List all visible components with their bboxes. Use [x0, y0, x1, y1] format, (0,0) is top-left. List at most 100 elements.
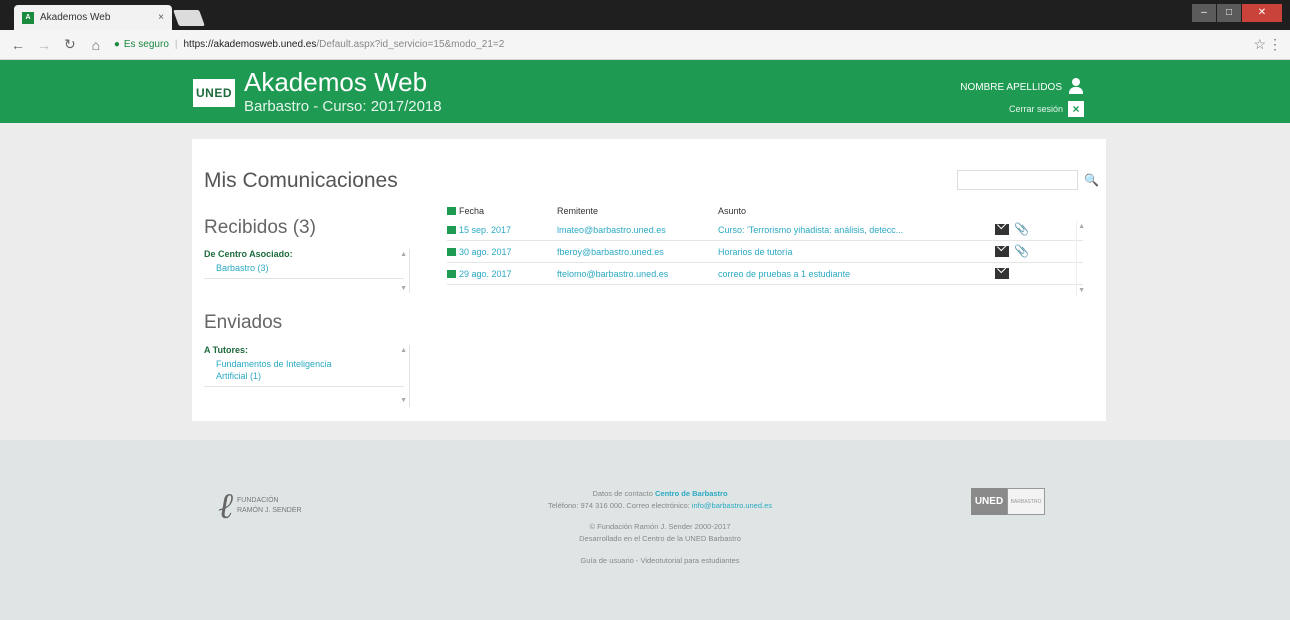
calendar-icon	[447, 207, 456, 215]
browser-titlebar: A Akademos Web × – □ ✕	[0, 0, 1290, 30]
received-group: De Centro Asociado:	[204, 249, 293, 259]
column-date-label: Fecha	[459, 206, 485, 216]
new-tab-button[interactable]	[173, 10, 205, 26]
minimize-icon[interactable]: –	[1192, 4, 1216, 22]
footer-copyright: © Fundación Ramón J. Sender 2000-2017	[589, 522, 731, 531]
logout-x-icon: ×	[1068, 101, 1084, 117]
sent-link-line2[interactable]: Artificial (1)	[204, 370, 409, 382]
fundacion-line2: RAMÓN J. SENDER	[237, 507, 302, 514]
phone-text: Teléfono: 974 316 000. Correo electrónic…	[547, 501, 690, 510]
column-sender[interactable]: Remitente	[557, 206, 598, 216]
window-controls: – □ ✕	[1192, 4, 1282, 22]
back-icon[interactable]: ←	[10, 37, 26, 53]
envelope-icon[interactable]	[995, 246, 1009, 257]
sent-link-line1[interactable]: Fundamentos de Inteligencia	[204, 358, 409, 370]
calendar-icon	[447, 270, 456, 278]
uned-logo[interactable]: UNED	[193, 79, 235, 107]
page-title: Mis Comunicaciones	[204, 169, 398, 192]
lock-icon: ●	[113, 39, 120, 50]
url-path: /Default.aspx?id_servicio=15&modo_21=2	[316, 39, 505, 50]
logout-button[interactable]: Cerrar sesión ×	[1009, 101, 1084, 117]
row-date-label: 15 sep. 2017	[459, 225, 512, 235]
calendar-icon	[447, 226, 456, 234]
row-subject[interactable]: correo de pruebas a 1 estudiante	[718, 269, 943, 279]
search-input[interactable]	[957, 170, 1078, 190]
column-date[interactable]: Fecha	[447, 206, 484, 216]
address-bar[interactable]: ● Es seguro | https://akademosweb.uned.e…	[114, 34, 1290, 56]
footer-developed: Desarrollado en el Centro de la UNED Bar…	[579, 534, 741, 543]
row-sender[interactable]: lmateo@barbastro.uned.es	[557, 225, 712, 235]
row-sender[interactable]: fberoy@barbastro.uned.es	[557, 247, 712, 257]
scroll-up-icon[interactable]: ▲	[400, 347, 407, 354]
user-menu[interactable]: NOMBRE APELLIDOS	[960, 78, 1084, 96]
fundacion-logo-mark-icon: ℓ	[218, 486, 233, 526]
favicon-icon: A	[22, 11, 34, 24]
table-row[interactable]: 30 ago. 2017 fberoy@barbastro.uned.es Ho…	[447, 242, 1083, 263]
user-icon	[1068, 78, 1084, 96]
communications-card: Mis Comunicaciones 🔍 Recibidos (3) De Ce…	[192, 139, 1106, 421]
attachment-icon[interactable]: 📎	[1014, 222, 1029, 236]
contact-center-link[interactable]: Centro de Barbastro	[655, 489, 728, 498]
page-footer: ℓ FUNDACIÓN RAMÓN J. SENDER Datos de con…	[0, 440, 1290, 620]
messages-table-header: Fecha Remitente Asunto	[447, 203, 1083, 219]
home-icon[interactable]: ⌂	[88, 37, 104, 53]
address-separator: |	[174, 39, 178, 50]
calendar-icon	[447, 248, 456, 256]
footer-phone: Teléfono: 974 316 000. Correo electrónic…	[400, 500, 920, 512]
envelope-icon[interactable]	[995, 268, 1009, 279]
bookmark-star-icon[interactable]: ☆	[1253, 36, 1266, 53]
app-header: UNED Akademos Web Barbastro - Curso: 201…	[0, 60, 1290, 123]
row-subject[interactable]: Horarios de tutoría	[718, 247, 943, 257]
row-date[interactable]: 29 ago. 2017	[447, 269, 512, 279]
uned-logo-block: UNED	[971, 488, 1007, 515]
row-date[interactable]: 15 sep. 2017	[447, 225, 511, 235]
url-host: https://akademosweb.uned.es	[183, 39, 317, 50]
received-title: Recibidos (3)	[204, 217, 316, 238]
fundacion-line1: FUNDACIÓN	[237, 497, 279, 504]
sent-title: Enviados	[204, 312, 283, 333]
row-sender[interactable]: ftelomo@barbastro.uned.es	[557, 269, 712, 279]
table-row[interactable]: 29 ago. 2017 ftelomo@barbastro.uned.es c…	[447, 264, 1083, 285]
tab-title: Akademos Web	[40, 12, 111, 23]
reload-icon[interactable]: ↻	[62, 36, 78, 53]
attachment-icon[interactable]: 📎	[1014, 244, 1029, 258]
fundacion-logo[interactable]: ℓ FUNDACIÓN RAMÓN J. SENDER	[218, 488, 302, 524]
uned-barbastro-logo[interactable]: UNED BARBASTRO	[971, 488, 1045, 515]
received-link-barbastro[interactable]: Barbastro (3)	[204, 262, 409, 274]
window-close-icon[interactable]: ✕	[1242, 4, 1282, 22]
divider	[204, 278, 404, 279]
fundacion-logo-text: FUNDACIÓN RAMÓN J. SENDER	[237, 496, 302, 516]
email-link[interactable]: info@barbastro.uned.es	[692, 501, 772, 510]
browser-toolbar: ← → ↻ ⌂ ● Es seguro | https://akademoswe…	[0, 30, 1290, 60]
table-row[interactable]: 15 sep. 2017 lmateo@barbastro.uned.es Cu…	[447, 220, 1083, 241]
guides-link[interactable]: Guía de usuario - Videotutorial para est…	[400, 555, 920, 567]
sent-group: A Tutores:	[204, 345, 248, 355]
forward-icon[interactable]: →	[36, 37, 52, 53]
row-date[interactable]: 30 ago. 2017	[447, 247, 512, 257]
row-subject[interactable]: Curso: 'Terrorismo yihadista: análisis, …	[718, 225, 943, 235]
row-date-label: 29 ago. 2017	[459, 269, 512, 279]
logout-label: Cerrar sesión	[1008, 104, 1063, 114]
contact-prefix: Datos de contacto	[592, 489, 653, 498]
table-scrollbar[interactable]: ▲ ▼	[1076, 221, 1086, 297]
search-icon[interactable]: 🔍	[1084, 173, 1099, 187]
barbastro-logo-block: BARBASTRO	[1007, 488, 1045, 515]
menu-icon[interactable]: ⋮	[1268, 36, 1282, 53]
tab-close-icon[interactable]: ×	[158, 12, 164, 23]
envelope-icon[interactable]	[995, 224, 1009, 235]
row-date-label: 30 ago. 2017	[459, 247, 512, 257]
scroll-down-icon[interactable]: ▼	[400, 285, 407, 292]
scroll-down-icon[interactable]: ▼	[400, 397, 407, 404]
user-name: NOMBRE APELLIDOS	[960, 81, 1062, 93]
column-subject[interactable]: Asunto	[718, 206, 746, 216]
divider	[204, 386, 404, 387]
browser-tab[interactable]: A Akademos Web ×	[14, 5, 172, 30]
scroll-up-icon[interactable]: ▲	[400, 251, 407, 258]
footer-contact: Datos de contacto Centro de Barbastro	[400, 488, 920, 500]
scroll-up-icon[interactable]: ▲	[1078, 223, 1085, 230]
scroll-down-icon[interactable]: ▼	[1078, 287, 1085, 294]
maximize-icon[interactable]: □	[1217, 4, 1241, 22]
app-title: Akademos Web	[244, 67, 428, 97]
received-list: De Centro Asociado: Barbastro (3) ▲ ▼	[204, 249, 410, 293]
app-subtitle: Barbastro - Curso: 2017/2018	[244, 98, 442, 115]
